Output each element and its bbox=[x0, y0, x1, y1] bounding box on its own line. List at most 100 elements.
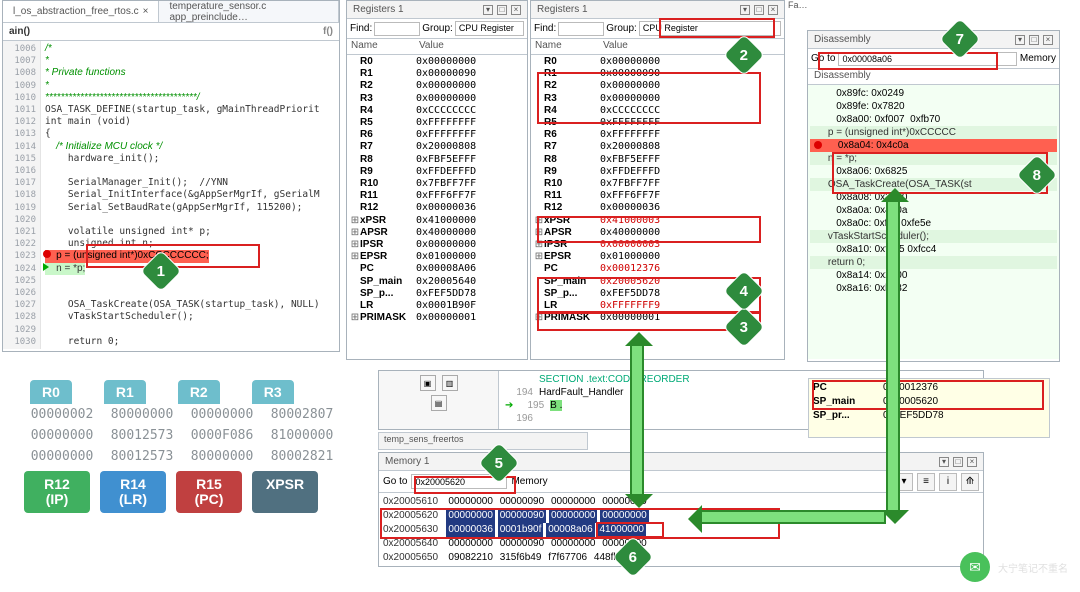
disasm-line[interactable]: 0x8a0c: 0xf7ff 0xfe5e bbox=[810, 217, 1057, 230]
expand-icon[interactable]: ⊞ bbox=[350, 251, 360, 263]
disasm-line[interactable]: 0x8a10: 0xf005 0xfcc4 bbox=[810, 243, 1057, 256]
maximize-icon[interactable]: □ bbox=[953, 457, 963, 467]
tree-icon[interactable]: ▤ bbox=[431, 395, 447, 411]
expand-icon[interactable] bbox=[534, 178, 544, 190]
expand-icon[interactable] bbox=[534, 263, 544, 275]
register-row[interactable]: R50xFFFFFFFF bbox=[534, 117, 781, 129]
faults-tab[interactable]: Fa… bbox=[788, 0, 808, 10]
close-icon[interactable]: × bbox=[511, 5, 521, 15]
register-row[interactable]: R30x00000000 bbox=[534, 93, 781, 105]
mem-word[interactable]: 00000090 bbox=[498, 537, 547, 551]
maximize-icon[interactable]: □ bbox=[754, 5, 764, 15]
disasm-line[interactable]: return 0; bbox=[810, 256, 1057, 269]
expand-icon[interactable] bbox=[350, 154, 360, 166]
register-row[interactable]: R110xFFF6FF7F bbox=[350, 190, 524, 202]
register-row[interactable]: LR0x0001B90F bbox=[350, 300, 524, 312]
register-row[interactable]: ⊞EPSR0x01000000 bbox=[350, 251, 524, 263]
register-row[interactable]: R20x00000000 bbox=[534, 80, 781, 92]
mem-word[interactable]: 00000000 bbox=[446, 537, 495, 551]
disasm-line[interactable]: p = (unsigned int*)0xCCCCC bbox=[810, 126, 1057, 139]
toolbar-icon[interactable]: ⟰ bbox=[961, 473, 979, 491]
expand-icon[interactable]: ⊞ bbox=[534, 312, 544, 324]
register-row[interactable]: R120x00000036 bbox=[534, 202, 781, 214]
register-row[interactable]: R50xFFFFFFFF bbox=[350, 117, 524, 129]
expand-icon[interactable]: ⊞ bbox=[350, 215, 360, 227]
register-row[interactable]: ⊞IPSR0x00000000 bbox=[350, 239, 524, 251]
register-row[interactable]: R90xFFDEFFFD bbox=[534, 166, 781, 178]
mem-word[interactable]: 00000000 bbox=[549, 509, 598, 523]
expand-icon[interactable] bbox=[534, 68, 544, 80]
mem-word[interactable]: 09082210 bbox=[446, 551, 495, 565]
source-tab-active[interactable]: l_os_abstraction_free_rtos.c × bbox=[3, 1, 159, 22]
expand-icon[interactable] bbox=[534, 93, 544, 105]
register-row[interactable]: R60xFFFFFFFF bbox=[534, 129, 781, 141]
register-row[interactable]: SP_main0x20005640 bbox=[350, 276, 524, 288]
disasm-line[interactable]: 0x8a14: 0x2000 bbox=[810, 269, 1057, 282]
register-row[interactable]: R20x00000000 bbox=[350, 80, 524, 92]
disasm-line[interactable]: 0x89fc: 0x0249 bbox=[810, 87, 1057, 100]
expand-icon[interactable] bbox=[534, 166, 544, 178]
register-row[interactable]: ⊞xPSR0x41000000 bbox=[350, 215, 524, 227]
expand-icon[interactable] bbox=[350, 117, 360, 129]
tree-icon[interactable]: ▣ bbox=[420, 375, 436, 391]
close-icon[interactable]: × bbox=[143, 6, 149, 17]
register-row[interactable]: ⊞APSR0x40000000 bbox=[350, 227, 524, 239]
expand-icon[interactable] bbox=[534, 202, 544, 214]
register-row[interactable]: R90xFFDEFFFD bbox=[350, 166, 524, 178]
mem-word[interactable]: 00008a06 bbox=[546, 523, 595, 537]
mem-row[interactable]: 0x20005630 00000036 0001b90f 00008a06 41… bbox=[383, 523, 979, 537]
register-row[interactable]: ⊞IPSR0x00000003 bbox=[534, 239, 781, 251]
expand-icon[interactable]: ⊞ bbox=[534, 215, 544, 227]
expand-icon[interactable] bbox=[350, 288, 360, 300]
expand-icon[interactable] bbox=[350, 129, 360, 141]
disasm-line[interactable]: vTaskStartScheduler(); bbox=[810, 230, 1057, 243]
register-row[interactable]: R110xFFF6FF7F bbox=[534, 190, 781, 202]
tree-icon[interactable]: ▥ bbox=[442, 375, 458, 391]
code-area[interactable]: 1006 1007 1008 1009 1010 1011 1012 1013 … bbox=[3, 41, 339, 349]
disasm-line[interactable]: 0x8a04: 0x4c0a bbox=[810, 139, 1057, 152]
expand-icon[interactable] bbox=[534, 117, 544, 129]
expand-icon[interactable] bbox=[534, 190, 544, 202]
expand-icon[interactable] bbox=[350, 80, 360, 92]
register-row[interactable]: ⊞APSR0x40000000 bbox=[534, 227, 781, 239]
expand-icon[interactable] bbox=[350, 56, 360, 68]
mem-word[interactable]: f7f67706 bbox=[546, 551, 589, 565]
register-row[interactable]: ⊞xPSR0x41000003 bbox=[534, 215, 781, 227]
expand-icon[interactable]: ⊞ bbox=[350, 227, 360, 239]
toolbar-icon[interactable]: ≡ bbox=[917, 473, 935, 491]
expand-icon[interactable] bbox=[534, 129, 544, 141]
mem-word[interactable]: 00000000 bbox=[446, 509, 495, 523]
register-row[interactable]: R70x20000808 bbox=[534, 141, 781, 153]
disasm-line[interactable]: 0x8a00: 0xf007 0xfb70 bbox=[810, 113, 1057, 126]
register-row[interactable]: ⊞EPSR0x01000000 bbox=[534, 251, 781, 263]
register-row[interactable]: R40xCCCCCCCC bbox=[534, 105, 781, 117]
mem-word[interactable]: 00000036 bbox=[446, 523, 495, 537]
expand-icon[interactable] bbox=[350, 166, 360, 178]
pin-icon[interactable]: ▾ bbox=[1015, 35, 1025, 45]
close-icon[interactable]: × bbox=[967, 457, 977, 467]
disasm-line[interactable]: 0x8a08: 0x2100 bbox=[810, 191, 1057, 204]
pin-icon[interactable]: ▾ bbox=[939, 457, 949, 467]
mem-word[interactable]: 00000090 bbox=[498, 509, 547, 523]
expand-icon[interactable] bbox=[534, 288, 544, 300]
register-row[interactable]: R10x00000090 bbox=[350, 68, 524, 80]
register-row[interactable]: ⊞PRIMASK0x00000001 bbox=[350, 312, 524, 324]
register-row[interactable]: PC0x00008A06 bbox=[350, 263, 524, 275]
registers-list[interactable]: R00x00000000 R10x00000090 R20x00000000 R… bbox=[347, 55, 527, 327]
disasm-line[interactable]: 0x8a16: 0xbd32 bbox=[810, 282, 1057, 295]
group-dropdown[interactable]: CPU Register bbox=[455, 21, 524, 36]
expand-icon[interactable] bbox=[350, 105, 360, 117]
register-row[interactable]: R120x00000036 bbox=[350, 202, 524, 214]
expand-icon[interactable] bbox=[350, 68, 360, 80]
register-row[interactable]: R00x00000000 bbox=[350, 56, 524, 68]
toolbar-icon[interactable]: i bbox=[939, 473, 957, 491]
close-icon[interactable]: × bbox=[768, 5, 778, 15]
expand-icon[interactable]: ⊞ bbox=[350, 239, 360, 251]
disasm-line[interactable]: 0x89fe: 0x7820 bbox=[810, 100, 1057, 113]
expand-icon[interactable] bbox=[350, 300, 360, 312]
maximize-icon[interactable]: □ bbox=[497, 5, 507, 15]
code-body[interactable]: /* * * Private functions * *************… bbox=[41, 41, 339, 349]
expand-icon[interactable] bbox=[534, 80, 544, 92]
goto-input[interactable] bbox=[838, 52, 1016, 66]
expand-icon[interactable]: ⊞ bbox=[534, 251, 544, 263]
